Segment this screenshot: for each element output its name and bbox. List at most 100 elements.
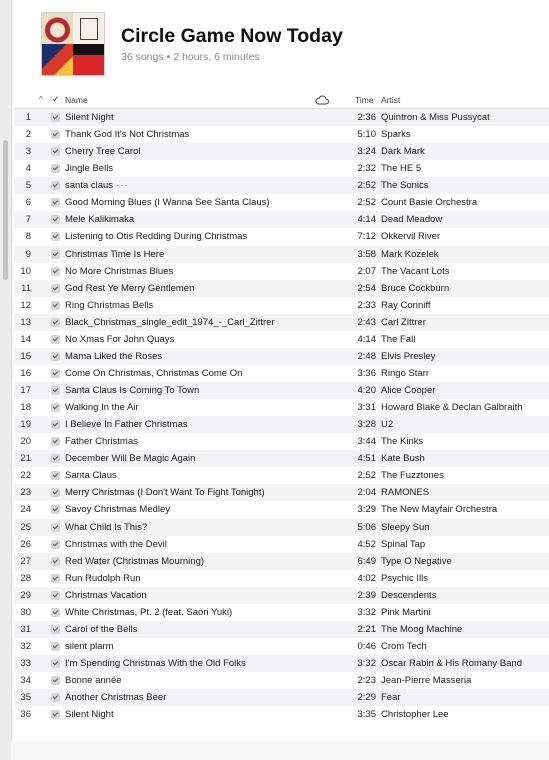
track-checkbox[interactable] <box>51 659 60 668</box>
track-artist: Jean-Pierre Masseria <box>381 675 472 687</box>
name-column-header[interactable]: Name <box>65 95 88 105</box>
cloud-icon[interactable] <box>315 95 329 107</box>
table-row[interactable]: 35 Another Christmas Beer 2:29 Fear <box>14 689 549 707</box>
track-time: 2:21 <box>357 623 377 635</box>
track-checkbox[interactable] <box>51 437 60 447</box>
table-row[interactable]: 24 Savoy Christmas Medley 3:29 The New Mayf… <box>14 501 549 519</box>
track-checkbox[interactable] <box>51 215 60 225</box>
table-row[interactable]: 4 Jingle Bells 2:32 The HE 5 <box>14 160 549 178</box>
track-checkbox[interactable] <box>51 130 60 140</box>
table-row[interactable]: 31 Carol of the Bells 2:21 The Moog Machine <box>14 620 549 638</box>
table-row[interactable]: 21 December Will Be Magic Again 4:51 Kate B… <box>14 450 549 468</box>
track-checkbox[interactable] <box>51 334 60 344</box>
more-options-icon[interactable]: ··· <box>116 180 129 191</box>
table-row[interactable]: 29 Christmas Vacation 2:39 Descendents <box>14 586 549 604</box>
table-row[interactable]: 28 Run Rudolph Run 4:02 Psychic Ills <box>14 569 549 587</box>
track-artist: The Fuzztones <box>381 470 444 482</box>
track-name-text: Run Rudolph Run <box>65 572 141 584</box>
table-row[interactable]: 34 Bonne année 2:23 Jean-Pierre Masseria <box>14 672 549 690</box>
track-time: 3:44 <box>357 436 377 448</box>
table-row[interactable]: 14 No Xmas For John Quays 4:14 The Fall <box>14 330 549 348</box>
track-checkbox[interactable] <box>51 505 60 515</box>
track-artist: Fear <box>381 692 401 704</box>
track-checkbox[interactable] <box>51 300 60 310</box>
track-time: 4:14 <box>357 214 377 226</box>
table-row[interactable]: 11 God Rest Ye Merry Gentlemen 2:54 Bruce C… <box>14 279 549 297</box>
track-checkbox[interactable] <box>51 164 60 174</box>
table-row[interactable]: 13 Black_Christmas_single_edit_1974_-_Car… <box>14 313 549 331</box>
playlist-title[interactable]: Circle Game Now Today <box>121 25 343 48</box>
track-checkbox[interactable] <box>51 420 60 430</box>
track-name: December Will Be Magic Again <box>65 453 310 464</box>
track-checkbox[interactable] <box>51 573 60 583</box>
table-row[interactable]: 19 I Believe In Father Christmas 3:28 U2 <box>14 416 549 434</box>
track-checkbox[interactable] <box>51 488 60 498</box>
track-checkbox[interactable] <box>51 471 60 481</box>
track-checkbox[interactable] <box>51 147 60 157</box>
table-row[interactable]: 26 Christmas with the Devil 4:52 Spinal Tap <box>14 535 549 553</box>
track-checkbox[interactable] <box>51 624 60 634</box>
track-checkbox[interactable] <box>51 539 60 549</box>
table-row[interactable]: 36 Silent Night 3:35 Christopher Lee <box>14 706 549 724</box>
track-number: 10 <box>20 265 31 277</box>
table-row[interactable]: 3 Cherry Tree Carol 3:24 Dark Mark <box>14 143 549 161</box>
table-row[interactable]: 17 Santa Claus Is Coming To Town 4:20 Alice… <box>14 382 549 400</box>
table-row[interactable]: 32 silent plarm 0:46 Crom Tech <box>14 637 549 655</box>
track-checkbox[interactable] <box>51 454 60 464</box>
time-column-header[interactable]: Time <box>355 95 374 105</box>
track-checkbox[interactable] <box>51 283 60 293</box>
track-checkbox[interactable] <box>51 403 60 413</box>
table-row[interactable]: 8 Listening to Otis Redding During Christ… <box>14 228 549 246</box>
table-row[interactable]: 10 No More Christmas Blues 2:07 The Vacant … <box>14 262 549 280</box>
track-checkbox[interactable] <box>51 693 60 703</box>
track-checkbox[interactable] <box>51 641 60 651</box>
table-row[interactable]: 1 Silent Night 2:36 Quintron & Miss Pussyca… <box>14 109 549 127</box>
track-checkbox[interactable] <box>51 113 60 122</box>
track-checkbox[interactable] <box>51 198 60 208</box>
table-row[interactable]: 15 Mama Liked the Roses 2:48 Elvis Presley <box>14 347 549 365</box>
table-row[interactable]: 18 Walking In the Air 3:31 Howard Blake & D… <box>14 399 549 417</box>
track-checkbox[interactable] <box>51 368 60 378</box>
table-row[interactable]: 22 Santa Claus 2:52 The Fuzztones <box>14 467 549 485</box>
playlist-artwork[interactable] <box>42 13 104 75</box>
track-checkbox[interactable] <box>51 181 60 191</box>
sidebar-scrollbar[interactable] <box>3 140 8 280</box>
table-row[interactable]: 30 White Christmas, Pt. 2 (feat. Saori Yu… <box>14 603 549 621</box>
track-checkbox[interactable] <box>51 710 60 720</box>
table-row[interactable]: 23 Merry Christmas (I Don't Want To Figh… <box>14 484 549 502</box>
table-row[interactable]: 12 Ring Christmas Bells 2:33 Ray Conniff <box>14 296 549 314</box>
table-row[interactable]: 33 I'm Spending Christmas With the Old Fo… <box>14 655 549 673</box>
track-checkbox[interactable] <box>51 556 60 566</box>
track-name-text: santa claus <box>65 180 114 192</box>
track-name-text: Silent Night <box>65 709 114 721</box>
artist-column-header[interactable]: Artist <box>381 95 400 105</box>
table-row[interactable]: 27 Red Water (Christmas Mourning) 6:49 Type… <box>14 552 549 570</box>
track-checkbox[interactable] <box>51 266 60 276</box>
table-row[interactable]: 7 Mele Kalikimaka 4:14 Dead Meadow <box>14 211 549 229</box>
track-checkbox[interactable] <box>51 522 60 532</box>
track-checkbox[interactable] <box>51 607 60 617</box>
table-row[interactable]: 2 Thank God It's Not Christmas 5:10 Sparks <box>14 126 549 144</box>
table-row[interactable]: 20 Father Christmas 3:44 The Kinks <box>14 433 549 451</box>
track-artist: Spinal Tap <box>381 538 426 550</box>
track-checkbox[interactable] <box>51 317 60 327</box>
check-column-header[interactable]: ✓ <box>52 94 60 105</box>
table-row[interactable]: 6 Good Morning Blues (I Wanna See Santa C… <box>14 194 549 212</box>
track-name: Jingle Bells <box>65 163 310 174</box>
playlist-duration: 2 hours, 6 minutes <box>173 51 260 63</box>
track-checkbox[interactable] <box>51 590 60 600</box>
table-row[interactable]: 9 Christmas Time Is Here 3:58 Mark Kozelek <box>14 245 549 263</box>
track-checkbox[interactable] <box>51 249 60 259</box>
track-checkbox[interactable] <box>51 676 60 686</box>
sort-indicator-icon[interactable]: ^ <box>39 95 43 104</box>
track-name: Bonne année <box>65 675 310 686</box>
track-name-text: Savoy Christmas Medley <box>65 504 171 516</box>
track-checkbox[interactable] <box>51 232 60 242</box>
table-row[interactable]: 25 What Child Is This? 5:06 Sleepy Sun <box>14 518 549 536</box>
track-number: 12 <box>20 299 31 311</box>
table-row[interactable]: 16 Come On Christmas, Christmas Come On 3:… <box>14 364 549 382</box>
track-artist: The New Mayfair Orchestra <box>381 504 498 516</box>
table-row[interactable]: 5 santa claus ··· 2:52 The Sonics <box>14 177 549 195</box>
track-checkbox[interactable] <box>51 386 60 395</box>
track-checkbox[interactable] <box>51 351 60 361</box>
